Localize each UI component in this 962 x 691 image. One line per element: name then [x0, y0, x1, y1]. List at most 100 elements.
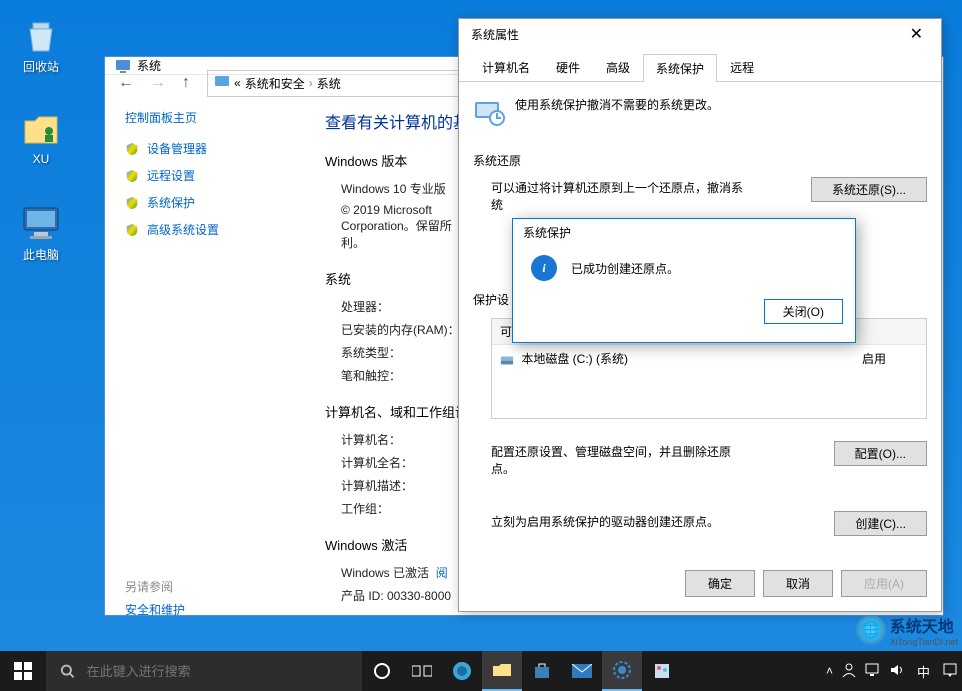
nav-up-icon[interactable]: ↑: [177, 72, 195, 94]
message-text: 已成功创建还原点。: [571, 260, 679, 277]
drive-status: 启用: [862, 350, 886, 367]
search-icon: [60, 663, 75, 679]
desktop-icon-user-folder[interactable]: XU: [6, 108, 76, 166]
tabs: 计算机名 硬件 高级 系统保护 远程: [459, 49, 941, 82]
mail-button[interactable]: [562, 651, 602, 691]
intro-text: 使用系统保护撤消不需要的系统更改。: [515, 96, 719, 113]
folder-icon: [20, 108, 62, 150]
action-center-icon[interactable]: [942, 662, 958, 681]
nav-forward-icon[interactable]: →: [145, 72, 171, 94]
disk-icon: [500, 353, 514, 367]
tray-volume-icon[interactable]: [889, 663, 905, 680]
start-button[interactable]: [0, 651, 46, 691]
breadcrumb-sep: ›: [309, 76, 313, 90]
desktop-icon-label: XU: [6, 152, 76, 166]
sidebar-item-system-protection[interactable]: 系统保护: [125, 194, 295, 211]
tray-people-icon[interactable]: [841, 662, 857, 681]
sidebar-item-label: 远程设置: [147, 167, 195, 184]
desktop-icon-this-pc[interactable]: 此电脑: [6, 202, 76, 263]
search-input[interactable]: [87, 664, 362, 679]
apply-button[interactable]: 应用(A): [841, 570, 927, 597]
config-desc: 配置还原设置、管理磁盘空间，并且删除还原点。: [473, 443, 753, 477]
create-button[interactable]: 创建(C)...: [834, 511, 927, 536]
task-view-icon: [412, 664, 432, 678]
sidebar-item-advanced-settings[interactable]: 高级系统设置: [125, 221, 295, 238]
store-icon: [533, 662, 551, 680]
sidebar-item-remote-settings[interactable]: 远程设置: [125, 167, 295, 184]
cancel-button[interactable]: 取消: [763, 570, 833, 597]
tray-chevron-icon[interactable]: ˄: [826, 664, 833, 678]
tray-network-icon[interactable]: [865, 663, 881, 680]
settings-button[interactable]: [602, 651, 642, 691]
paint-button[interactable]: [642, 651, 682, 691]
edge-icon: [452, 661, 472, 681]
breadcrumb-part[interactable]: 系统: [317, 75, 341, 92]
recycle-bin-icon: [20, 14, 62, 56]
cortana-button[interactable]: [362, 651, 402, 691]
desktop-icon-label: 此电脑: [6, 246, 76, 263]
message-close-button[interactable]: 关闭(O): [764, 299, 843, 324]
tab-advanced[interactable]: 高级: [593, 53, 643, 81]
watermark-title: 系统天地: [890, 619, 954, 636]
store-button[interactable]: [522, 651, 562, 691]
shield-icon: [125, 223, 139, 237]
message-title: 系统保护: [513, 219, 855, 245]
desktop-icon-recycle-bin[interactable]: 回收站: [6, 14, 76, 75]
ime-indicator[interactable]: 中: [913, 662, 934, 681]
explorer-button[interactable]: [482, 651, 522, 691]
desktop-icon-label: 回收站: [6, 58, 76, 75]
watermark: 🌐 系统天地 XiTongTianDi.net: [856, 613, 958, 647]
sidebar-home-link[interactable]: 控制面板主页: [125, 109, 295, 126]
windows-logo-icon: [14, 662, 32, 680]
breadcrumb-prefix: «: [234, 76, 241, 90]
control-panel-icon: [214, 74, 230, 93]
activation-link[interactable]: 阅: [436, 566, 448, 580]
restore-desc: 可以通过将计算机还原到上一个还原点，撤消系统: [473, 179, 753, 213]
folder-icon: [492, 662, 512, 678]
drive-row[interactable]: 本地磁盘 (C:) (系统) 启用: [492, 345, 926, 372]
mail-icon: [572, 664, 592, 678]
breadcrumb-part[interactable]: 系统和安全: [245, 75, 305, 92]
paint-icon: [653, 662, 671, 680]
sidebar-item-label: 高级系统设置: [147, 221, 219, 238]
sidebar-item-label: 系统保护: [147, 194, 195, 211]
message-dialog: 系统保护 i 已成功创建还原点。 关闭(O): [512, 218, 856, 343]
dialog-footer: 确定 取消 应用(A): [459, 560, 941, 611]
tab-hardware[interactable]: 硬件: [543, 53, 593, 81]
shield-icon: [125, 169, 139, 183]
system-restore-button[interactable]: 系统还原(S)...: [811, 177, 927, 202]
close-button[interactable]: ✕: [900, 22, 933, 46]
taskbar: ˄ 中: [0, 651, 962, 691]
ok-button[interactable]: 确定: [685, 570, 755, 597]
configure-button[interactable]: 配置(O)...: [834, 441, 927, 466]
tab-system-protection[interactable]: 系统保护: [643, 54, 717, 82]
tab-computer-name[interactable]: 计算机名: [469, 53, 543, 81]
taskbar-search[interactable]: [46, 651, 362, 691]
nav-back-icon[interactable]: ←: [113, 72, 139, 94]
gear-icon: [613, 661, 631, 679]
system-sidebar: 控制面板主页 设备管理器 远程设置 系统保护 高级系统设置 另请参阅 安全和维护: [105, 95, 305, 632]
cortana-icon: [373, 662, 391, 680]
activation-status-text: Windows 已激活: [341, 566, 429, 580]
shield-icon: [125, 142, 139, 156]
edge-button[interactable]: [442, 651, 482, 691]
dialog-title: 系统属性: [471, 26, 519, 43]
tab-remote[interactable]: 远程: [717, 53, 767, 81]
task-view-button[interactable]: [402, 651, 442, 691]
watermark-sub: XiTongTianDi.net: [890, 637, 958, 647]
info-icon: i: [531, 255, 557, 281]
sidebar-item-label: 设备管理器: [147, 140, 207, 157]
systray: ˄ 中: [826, 651, 962, 691]
create-desc: 立刻为启用系统保护的驱动器创建还原点。: [473, 513, 753, 530]
group-restore-label: 系统还原: [473, 152, 927, 169]
shield-icon: [125, 196, 139, 210]
copyright-text: © 2019 Microsoft Corporation。保留所利。: [325, 203, 475, 251]
globe-icon: 🌐: [856, 615, 886, 645]
drive-name: 本地磁盘 (C:) (系统): [521, 352, 628, 366]
see-also-heading: 另请参阅: [125, 578, 295, 595]
sidebar-item-device-manager[interactable]: 设备管理器: [125, 140, 295, 157]
this-pc-icon: [20, 202, 62, 244]
system-protection-icon: [473, 96, 505, 128]
see-also-link[interactable]: 安全和维护: [125, 601, 295, 618]
dialog-titlebar: 系统属性 ✕: [459, 19, 941, 49]
